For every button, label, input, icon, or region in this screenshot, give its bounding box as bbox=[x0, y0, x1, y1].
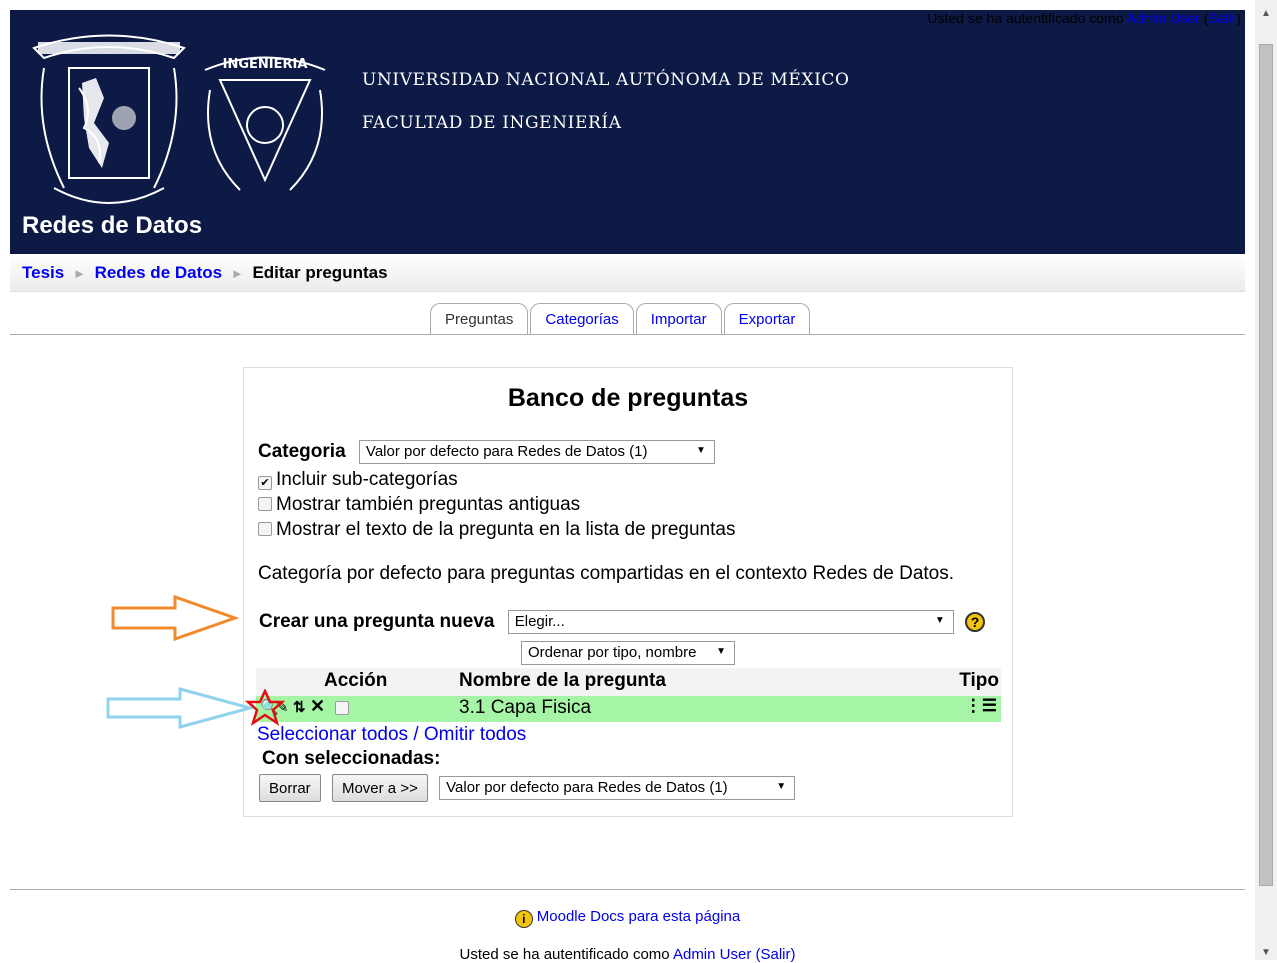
question-bank-panel: Banco de preguntas Categoria Valor por d… bbox=[243, 367, 1013, 817]
checkbox-row-old-questions: Mostrar también preguntas antiguas bbox=[258, 494, 580, 516]
orange-arrow-icon bbox=[111, 594, 240, 642]
sort-select[interactable]: Ordenar por tipo, nombre bbox=[521, 641, 735, 665]
logout-link[interactable]: Salir bbox=[1208, 10, 1236, 26]
category-row: Categoria Valor por defecto para Redes d… bbox=[258, 440, 715, 464]
tab-exportar[interactable]: Exportar bbox=[723, 303, 811, 335]
breadcrumb: Tesis ► Redes de Datos ► Editar pregunta… bbox=[10, 254, 1245, 292]
svg-text:INGENIERIA: INGENIERIA bbox=[223, 57, 308, 72]
docs-footer: i Moodle Docs para esta página bbox=[0, 908, 1255, 928]
tab-preguntas[interactable]: Preguntas bbox=[430, 303, 529, 335]
footer-divider bbox=[10, 889, 1245, 890]
sort-row: Ordenar por tipo, nombre bbox=[521, 641, 735, 665]
scroll-down-icon[interactable]: ▼ bbox=[1261, 947, 1271, 958]
category-label: Categoria bbox=[258, 441, 346, 463]
deselect-all-link[interactable]: Omitir todos bbox=[424, 724, 526, 745]
fi-crest-icon: INGENIERIA bbox=[204, 56, 326, 191]
breadcrumb-tesis[interactable]: Tesis bbox=[22, 263, 64, 282]
page-title: Banco de preguntas bbox=[507, 384, 749, 412]
login-info-footer: Usted se ha autentificado como Admin Use… bbox=[459, 946, 796, 963]
category-select[interactable]: Valor por defecto para Redes de Datos (1… bbox=[358, 440, 715, 464]
show-question-text-checkbox[interactable] bbox=[258, 522, 272, 536]
breadcrumb-course[interactable]: Redes de Datos bbox=[95, 263, 223, 282]
category-info: Categoría por defecto para preguntas com… bbox=[258, 563, 955, 584]
vertical-scrollbar[interactable]: ▲ ▼ bbox=[1255, 0, 1277, 960]
breadcrumb-separator-icon: ► bbox=[72, 266, 86, 281]
site-header: Usted se ha autentificado como Admin Use… bbox=[10, 10, 1245, 254]
faculty-name: FACULTAD DE INGENIERÍA bbox=[362, 113, 622, 133]
table-header: Acción Nombre de la pregunta Tipo bbox=[256, 668, 1001, 696]
info-icon: i bbox=[514, 910, 533, 928]
course-title[interactable]: Redes de Datos bbox=[22, 212, 202, 240]
header-question-name: Nombre de la pregunta bbox=[459, 670, 666, 691]
tab-importar[interactable]: Importar bbox=[635, 303, 722, 335]
delete-button[interactable]: Borrar bbox=[259, 774, 321, 802]
scroll-thumb[interactable] bbox=[1259, 44, 1273, 886]
tab-divider bbox=[10, 334, 1245, 335]
move-target-select[interactable]: Valor por defecto para Redes de Datos (1… bbox=[439, 776, 796, 800]
table-row: 🔍 ✎ ⇅ ✕ 3.1 Capa Fisica ⋮☰ bbox=[256, 696, 1001, 722]
create-question-select[interactable]: Elegir... bbox=[507, 610, 954, 634]
footer-logout-link[interactable]: (Salir) bbox=[756, 946, 796, 963]
row-select-checkbox[interactable] bbox=[335, 701, 349, 715]
moodle-docs-link[interactable]: Moodle Docs para esta página bbox=[537, 908, 740, 925]
question-name[interactable]: 3.1 Capa Fisica bbox=[459, 697, 591, 719]
tab-categorias[interactable]: Categorías bbox=[530, 303, 634, 335]
header-type: Tipo bbox=[959, 670, 999, 691]
show-old-questions-checkbox[interactable] bbox=[258, 497, 272, 511]
create-question-row: Crear una pregunta nueva Elegir... ? bbox=[259, 610, 986, 634]
include-subcategories-checkbox[interactable]: ✔ bbox=[258, 476, 272, 490]
move-icon[interactable]: ⇅ bbox=[293, 698, 306, 716]
breadcrumb-current: Editar preguntas bbox=[252, 263, 388, 282]
with-selected-label: Con seleccionadas: bbox=[262, 748, 441, 769]
bulk-actions-row: Borrar Mover a >> Valor por defecto para… bbox=[259, 774, 796, 802]
move-to-button[interactable]: Mover a >> bbox=[331, 774, 428, 802]
checkbox-row-subcategories: ✔ Incluir sub-categorías bbox=[258, 469, 458, 491]
delete-icon[interactable]: ✕ bbox=[310, 696, 325, 717]
unam-crest-icon bbox=[32, 34, 186, 204]
blue-arrow-icon bbox=[106, 687, 255, 729]
footer-user-link[interactable]: Admin User bbox=[673, 946, 751, 963]
university-name: UNIVERSIDAD NACIONAL AUTÓNOMA DE MÉXICO bbox=[362, 70, 850, 90]
breadcrumb-separator-icon: ► bbox=[230, 266, 244, 281]
login-info-top: Usted se ha autentificado como Admin Use… bbox=[927, 10, 1241, 26]
tab-bar: Preguntas Categorías Importar Exportar bbox=[430, 303, 812, 335]
header-action: Acción bbox=[324, 670, 388, 691]
create-question-label: Crear una pregunta nueva bbox=[259, 611, 495, 633]
scroll-up-icon[interactable]: ▲ bbox=[1261, 8, 1271, 19]
star-highlight-icon bbox=[245, 689, 285, 726]
selection-links: Seleccionar todos / Omitir todos bbox=[257, 724, 527, 745]
help-icon[interactable]: ? bbox=[965, 612, 986, 632]
multichoice-type-icon: ⋮☰ bbox=[964, 696, 997, 715]
user-link[interactable]: Admin User bbox=[1127, 10, 1200, 26]
checkbox-row-question-text: Mostrar el texto de la pregunta en la li… bbox=[258, 519, 735, 541]
